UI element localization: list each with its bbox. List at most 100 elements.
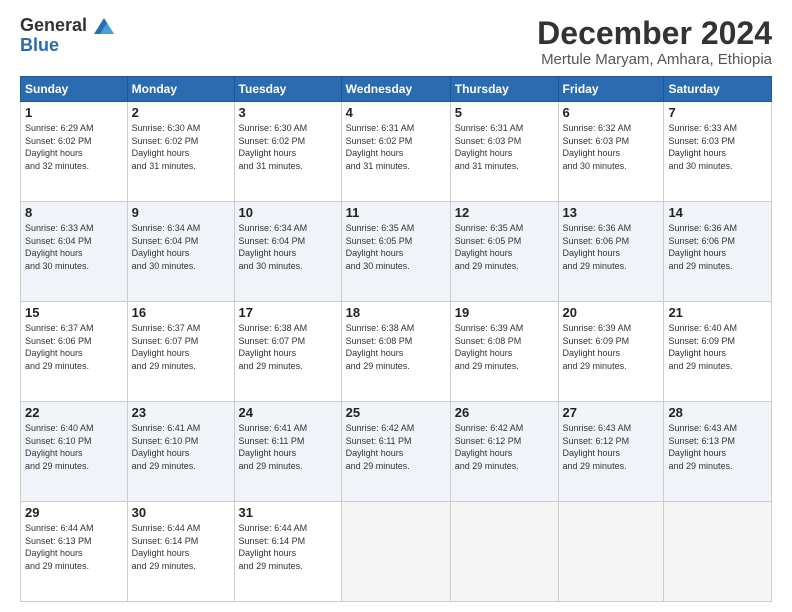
day-number: 2 xyxy=(132,105,230,120)
col-thursday: Thursday xyxy=(450,77,558,102)
day-number: 7 xyxy=(668,105,767,120)
title-block: December 2024 Mertule Maryam, Amhara, Et… xyxy=(537,16,772,68)
calendar-cell: 17 Sunrise: 6:38 AMSunset: 6:07 PMDaylig… xyxy=(234,302,341,402)
calendar-cell xyxy=(450,502,558,602)
day-info: Sunrise: 6:43 AMSunset: 6:13 PMDaylight … xyxy=(668,423,737,471)
calendar-cell: 12 Sunrise: 6:35 AMSunset: 6:05 PMDaylig… xyxy=(450,202,558,302)
day-info: Sunrise: 6:30 AMSunset: 6:02 PMDaylight … xyxy=(132,123,201,171)
day-info: Sunrise: 6:44 AMSunset: 6:14 PMDaylight … xyxy=(132,523,201,571)
day-info: Sunrise: 6:40 AMSunset: 6:10 PMDaylight … xyxy=(25,423,94,471)
day-number: 28 xyxy=(668,405,767,420)
day-info: Sunrise: 6:37 AMSunset: 6:06 PMDaylight … xyxy=(25,323,94,371)
calendar: Sunday Monday Tuesday Wednesday Thursday… xyxy=(20,76,772,602)
day-info: Sunrise: 6:32 AMSunset: 6:03 PMDaylight … xyxy=(563,123,632,171)
logo-blue: Blue xyxy=(20,36,59,56)
day-info: Sunrise: 6:44 AMSunset: 6:14 PMDaylight … xyxy=(239,523,308,571)
calendar-cell: 2 Sunrise: 6:30 AMSunset: 6:02 PMDayligh… xyxy=(127,102,234,202)
day-info: Sunrise: 6:30 AMSunset: 6:02 PMDaylight … xyxy=(239,123,308,171)
day-number: 10 xyxy=(239,205,337,220)
col-friday: Friday xyxy=(558,77,664,102)
calendar-cell xyxy=(558,502,664,602)
day-number: 13 xyxy=(563,205,660,220)
day-info: Sunrise: 6:38 AMSunset: 6:07 PMDaylight … xyxy=(239,323,308,371)
day-number: 11 xyxy=(346,205,446,220)
day-number: 20 xyxy=(563,305,660,320)
day-number: 1 xyxy=(25,105,123,120)
day-number: 9 xyxy=(132,205,230,220)
day-info: Sunrise: 6:33 AMSunset: 6:03 PMDaylight … xyxy=(668,123,737,171)
calendar-cell: 22 Sunrise: 6:40 AMSunset: 6:10 PMDaylig… xyxy=(21,402,128,502)
day-number: 16 xyxy=(132,305,230,320)
calendar-cell: 3 Sunrise: 6:30 AMSunset: 6:02 PMDayligh… xyxy=(234,102,341,202)
calendar-cell: 16 Sunrise: 6:37 AMSunset: 6:07 PMDaylig… xyxy=(127,302,234,402)
calendar-cell: 21 Sunrise: 6:40 AMSunset: 6:09 PMDaylig… xyxy=(664,302,772,402)
col-monday: Monday xyxy=(127,77,234,102)
day-info: Sunrise: 6:37 AMSunset: 6:07 PMDaylight … xyxy=(132,323,201,371)
day-number: 21 xyxy=(668,305,767,320)
calendar-cell: 24 Sunrise: 6:41 AMSunset: 6:11 PMDaylig… xyxy=(234,402,341,502)
calendar-cell: 26 Sunrise: 6:42 AMSunset: 6:12 PMDaylig… xyxy=(450,402,558,502)
calendar-cell: 30 Sunrise: 6:44 AMSunset: 6:14 PMDaylig… xyxy=(127,502,234,602)
page: General Blue December 2024 Mertule Marya… xyxy=(0,0,792,612)
calendar-cell: 6 Sunrise: 6:32 AMSunset: 6:03 PMDayligh… xyxy=(558,102,664,202)
col-tuesday: Tuesday xyxy=(234,77,341,102)
calendar-week-4: 22 Sunrise: 6:40 AMSunset: 6:10 PMDaylig… xyxy=(21,402,772,502)
day-number: 29 xyxy=(25,505,123,520)
logo-general: General xyxy=(20,15,87,35)
day-number: 3 xyxy=(239,105,337,120)
calendar-cell: 9 Sunrise: 6:34 AMSunset: 6:04 PMDayligh… xyxy=(127,202,234,302)
day-info: Sunrise: 6:33 AMSunset: 6:04 PMDaylight … xyxy=(25,223,94,271)
day-info: Sunrise: 6:41 AMSunset: 6:11 PMDaylight … xyxy=(239,423,308,471)
calendar-cell xyxy=(664,502,772,602)
day-number: 15 xyxy=(25,305,123,320)
calendar-cell: 29 Sunrise: 6:44 AMSunset: 6:13 PMDaylig… xyxy=(21,502,128,602)
calendar-cell: 23 Sunrise: 6:41 AMSunset: 6:10 PMDaylig… xyxy=(127,402,234,502)
logo-text: General xyxy=(20,16,114,36)
calendar-cell: 14 Sunrise: 6:36 AMSunset: 6:06 PMDaylig… xyxy=(664,202,772,302)
day-number: 27 xyxy=(563,405,660,420)
day-info: Sunrise: 6:35 AMSunset: 6:05 PMDaylight … xyxy=(346,223,415,271)
day-info: Sunrise: 6:36 AMSunset: 6:06 PMDaylight … xyxy=(668,223,737,271)
day-number: 31 xyxy=(239,505,337,520)
day-info: Sunrise: 6:42 AMSunset: 6:11 PMDaylight … xyxy=(346,423,415,471)
logo: General Blue xyxy=(20,16,114,56)
calendar-cell: 19 Sunrise: 6:39 AMSunset: 6:08 PMDaylig… xyxy=(450,302,558,402)
day-number: 12 xyxy=(455,205,554,220)
day-number: 18 xyxy=(346,305,446,320)
day-number: 5 xyxy=(455,105,554,120)
day-number: 17 xyxy=(239,305,337,320)
calendar-table: Sunday Monday Tuesday Wednesday Thursday… xyxy=(20,76,772,602)
day-number: 14 xyxy=(668,205,767,220)
day-number: 23 xyxy=(132,405,230,420)
day-number: 19 xyxy=(455,305,554,320)
calendar-cell: 25 Sunrise: 6:42 AMSunset: 6:11 PMDaylig… xyxy=(341,402,450,502)
header-row: Sunday Monday Tuesday Wednesday Thursday… xyxy=(21,77,772,102)
day-info: Sunrise: 6:34 AMSunset: 6:04 PMDaylight … xyxy=(239,223,308,271)
day-number: 22 xyxy=(25,405,123,420)
day-info: Sunrise: 6:38 AMSunset: 6:08 PMDaylight … xyxy=(346,323,415,371)
day-info: Sunrise: 6:36 AMSunset: 6:06 PMDaylight … xyxy=(563,223,632,271)
day-info: Sunrise: 6:39 AMSunset: 6:09 PMDaylight … xyxy=(563,323,632,371)
calendar-header: Sunday Monday Tuesday Wednesday Thursday… xyxy=(21,77,772,102)
day-info: Sunrise: 6:42 AMSunset: 6:12 PMDaylight … xyxy=(455,423,524,471)
calendar-cell: 1 Sunrise: 6:29 AMSunset: 6:02 PMDayligh… xyxy=(21,102,128,202)
day-number: 24 xyxy=(239,405,337,420)
day-number: 30 xyxy=(132,505,230,520)
calendar-week-2: 8 Sunrise: 6:33 AMSunset: 6:04 PMDayligh… xyxy=(21,202,772,302)
day-number: 26 xyxy=(455,405,554,420)
calendar-cell: 8 Sunrise: 6:33 AMSunset: 6:04 PMDayligh… xyxy=(21,202,128,302)
day-info: Sunrise: 6:40 AMSunset: 6:09 PMDaylight … xyxy=(668,323,737,371)
calendar-cell: 31 Sunrise: 6:44 AMSunset: 6:14 PMDaylig… xyxy=(234,502,341,602)
day-info: Sunrise: 6:35 AMSunset: 6:05 PMDaylight … xyxy=(455,223,524,271)
calendar-cell: 10 Sunrise: 6:34 AMSunset: 6:04 PMDaylig… xyxy=(234,202,341,302)
day-info: Sunrise: 6:43 AMSunset: 6:12 PMDaylight … xyxy=(563,423,632,471)
calendar-week-3: 15 Sunrise: 6:37 AMSunset: 6:06 PMDaylig… xyxy=(21,302,772,402)
day-number: 25 xyxy=(346,405,446,420)
calendar-cell: 11 Sunrise: 6:35 AMSunset: 6:05 PMDaylig… xyxy=(341,202,450,302)
header: General Blue December 2024 Mertule Marya… xyxy=(20,16,772,68)
day-number: 6 xyxy=(563,105,660,120)
subtitle: Mertule Maryam, Amhara, Ethiopia xyxy=(537,51,772,68)
col-sunday: Sunday xyxy=(21,77,128,102)
day-info: Sunrise: 6:41 AMSunset: 6:10 PMDaylight … xyxy=(132,423,201,471)
calendar-cell: 5 Sunrise: 6:31 AMSunset: 6:03 PMDayligh… xyxy=(450,102,558,202)
